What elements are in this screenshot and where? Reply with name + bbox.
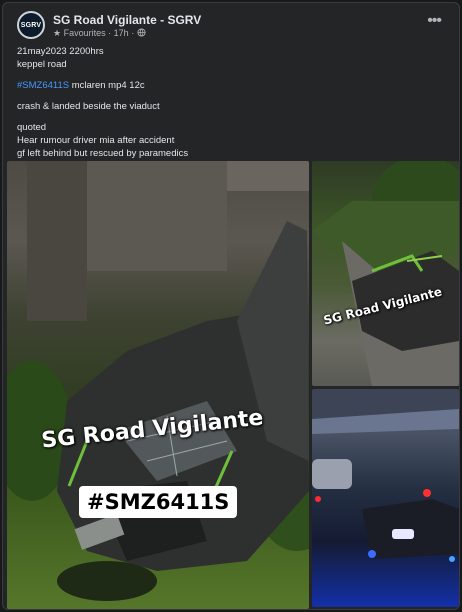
post-line-date: 21may2023 2200hrs <box>17 46 104 57</box>
post-time[interactable]: 17h <box>114 28 129 38</box>
post-line-quoted: quoted <box>17 122 47 133</box>
night-scene-drawing <box>312 389 459 562</box>
crash-photo-main[interactable]: SG Road Vigilante #SMZ6411S <box>7 161 309 609</box>
photo-grid: SG Road Vigilante #SMZ6411S SG Road Vigi… <box>7 161 459 609</box>
crash-photo-night[interactable] <box>312 389 459 607</box>
post-line-car: #SMZ6411S mclaren mp4 12c <box>17 79 447 92</box>
page-avatar[interactable]: SGRV <box>17 11 45 39</box>
avatar-text: SGRV <box>20 21 42 29</box>
post-header: SGRV SG Road Vigilante - SGRV ★ Favourit… <box>13 11 449 41</box>
post-line-event: crash & landed beside the viaduct <box>17 101 160 112</box>
post-line-gf: gf left behind but rescued by paramedics <box>17 148 189 159</box>
globe-icon <box>137 28 146 37</box>
plate-hashtag-link[interactable]: #SMZ6411S <box>17 80 69 91</box>
post-body: 21may2023 2200hrs keppel road #SMZ6411S … <box>17 45 447 160</box>
post-line-location: keppel road <box>17 59 67 70</box>
crash-scene-drawing <box>7 161 309 601</box>
post-meta: ★ Favourites · 17h · <box>53 28 146 39</box>
crash-photo-side[interactable]: SG Road Vigilante <box>312 161 459 386</box>
more-options-icon[interactable]: ••• <box>427 13 442 29</box>
audience-label[interactable]: Favourites <box>64 28 106 38</box>
car-model: mclaren mp4 12c <box>71 80 145 91</box>
side-scene-drawing <box>312 161 459 386</box>
post-line-rumour: Hear rumour driver mia after accident <box>17 135 175 146</box>
main-plate-tag: #SMZ6411S <box>79 486 238 518</box>
page-name[interactable]: SG Road Vigilante - SGRV <box>53 13 201 27</box>
star-icon: ★ <box>53 28 62 38</box>
post-card: SGRV SG Road Vigilante - SGRV ★ Favourit… <box>2 2 460 610</box>
